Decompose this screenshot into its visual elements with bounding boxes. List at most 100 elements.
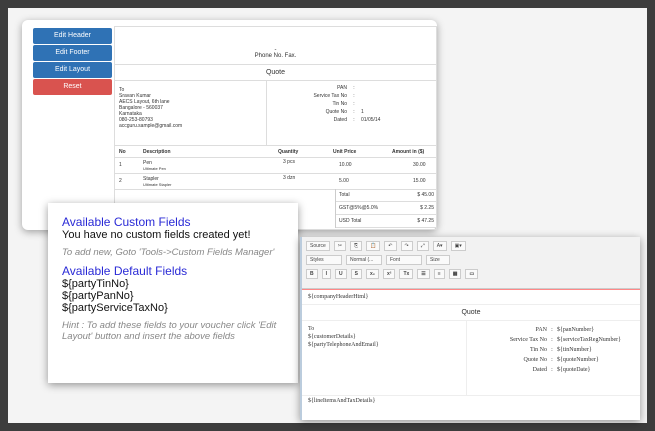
- editor-info-block[interactable]: PAN: ${panNumber} Service Tax No: ${service…: [467, 321, 622, 395]
- editor-info-value: ${quoteNumber}: [557, 357, 599, 363]
- col-no: No: [119, 149, 126, 155]
- reset-button[interactable]: Reset: [33, 79, 112, 95]
- cell-sub: Ultimate Pen: [143, 166, 166, 171]
- edit-header-button[interactable]: Edit Header: [33, 28, 112, 44]
- cut-icon[interactable]: ✂: [333, 240, 347, 251]
- info-label: Quote No: [325, 109, 347, 115]
- to-line: accguru.sample@gmail.com: [119, 123, 183, 129]
- editor-info-row: Quote No: ${quoteNumber}: [467, 355, 622, 365]
- cell-price: 10.00: [339, 162, 352, 168]
- default-field: ${partyServiceTaxNo}: [62, 302, 168, 314]
- info-row: PAN:: [267, 84, 380, 92]
- info-value: 01/05/14: [361, 117, 381, 123]
- editor-info-value: ${quoteDate}: [557, 367, 591, 373]
- table-row: 2 Stapler 3 dzn 5.00 15.00 Ultimate Stapler: [115, 174, 436, 190]
- info-colon: :: [551, 337, 553, 343]
- redo-icon[interactable]: ↷: [400, 240, 413, 251]
- total-value: $ 47.25: [417, 218, 434, 224]
- table-header: No Description Quantity Unit Price Amoun…: [115, 146, 436, 158]
- line-items-placeholder[interactable]: ${lineItemsAndTaxDetails}: [302, 396, 640, 406]
- editor-info-row: Tin No: ${tinNumber}: [467, 345, 622, 355]
- default-fields-hint: Hint : To add these fields to your vouch…: [62, 320, 277, 342]
- col-unit-price: Unit Price: [333, 149, 357, 155]
- info-colon: :: [353, 109, 355, 115]
- text-color-icon[interactable]: A▾: [432, 240, 447, 251]
- format-select[interactable]: Normal (...: [346, 254, 382, 265]
- source-button[interactable]: Source: [306, 240, 330, 251]
- info-colon: :: [551, 347, 553, 353]
- editor-info-label: Tin No: [530, 347, 547, 353]
- quote-title: Quote: [115, 65, 436, 81]
- table-icon[interactable]: ▦: [448, 268, 462, 279]
- editor-info-row: Service Tax No: ${serviceTaxRegNumber}: [467, 335, 622, 345]
- cell-amount: 15.00: [413, 178, 426, 184]
- editor-info-label: Dated: [532, 367, 547, 373]
- editor-info-value: ${tinNumber}: [557, 347, 592, 353]
- list-icon[interactable]: ☰: [417, 268, 430, 279]
- custom-fields-empty: You have no custom fields created yet!: [62, 229, 251, 241]
- col-amount: Amount in ($): [392, 149, 425, 155]
- copy-icon[interactable]: ⎘: [350, 240, 363, 251]
- default-field: ${partyTinNo}: [62, 278, 129, 290]
- editor-info-row: Dated: ${quoteDate}: [467, 365, 622, 375]
- subscript-button[interactable]: x₂: [365, 268, 379, 279]
- editor-to-line: ${customerDetails}: [308, 334, 356, 340]
- align-left-icon[interactable]: ≡: [433, 268, 445, 279]
- maximize-icon[interactable]: ⤢: [416, 240, 429, 251]
- editor-quote-title[interactable]: Quote: [302, 305, 640, 321]
- info-label: Dated: [333, 117, 347, 123]
- editor-info-value: ${panNumber}: [557, 327, 595, 333]
- cell-qty: 3 pcs: [283, 159, 295, 165]
- info-row: Quote No:1: [267, 108, 380, 116]
- styles-select[interactable]: Styles: [306, 254, 342, 265]
- info-colon: :: [551, 327, 553, 333]
- default-fields-title: Available Default Fields: [62, 264, 188, 278]
- italic-button[interactable]: I: [321, 268, 332, 279]
- info-row: Tin No:: [267, 100, 380, 108]
- undo-icon[interactable]: ↶: [384, 240, 397, 251]
- editor-to-block[interactable]: To ${customerDetails} ${partyTelephoneAn…: [302, 321, 467, 395]
- bold-button[interactable]: B: [306, 268, 318, 279]
- superscript-button[interactable]: x²: [383, 268, 396, 279]
- total-row: Total $ 45.00: [336, 189, 437, 202]
- header-placeholder[interactable]: ${companyHeaderHtml}: [302, 290, 640, 305]
- total-value: $ 2.25: [420, 205, 434, 211]
- editor-to-line: To: [308, 326, 315, 332]
- editor-to-line: ${partyTelephoneAndEmail}: [308, 342, 379, 348]
- quote-preview: - Phone No. Fax. Quote To Sravan Kumar A…: [114, 26, 437, 230]
- info-colon: :: [353, 117, 355, 123]
- info-block: PAN: Service Tax No: Tin No: Quote No:1 Date…: [267, 81, 380, 145]
- default-field: ${partyPanNo}: [62, 290, 134, 302]
- editor-toolbar: Source ✂ ⎘ 📋 ↶ ↷ ⤢ A▾ ▣▾ Styles Normal (... …: [302, 237, 640, 289]
- table-row: 1 Pen 3 pcs 10.00 30.00 Ultimate Pen: [115, 158, 436, 174]
- image-icon[interactable]: ▭: [465, 268, 479, 279]
- underline-button[interactable]: U: [335, 268, 347, 279]
- cell-qty: 3 dzn: [283, 175, 296, 181]
- info-colon: :: [353, 101, 355, 107]
- info-value: 1: [361, 109, 364, 115]
- custom-fields-hint: To add new, Goto 'Tools->Custom Fields M…: [62, 247, 275, 258]
- edit-footer-button[interactable]: Edit Footer: [33, 45, 112, 61]
- cell-price: 5.00: [339, 178, 349, 184]
- strike-button[interactable]: S: [350, 268, 362, 279]
- to-block: To Sravan Kumar AECS Layout, 6th lane Ba…: [115, 81, 267, 145]
- bg-color-icon[interactable]: ▣▾: [450, 240, 466, 251]
- size-select[interactable]: Size: [426, 254, 450, 265]
- total-label: USD Total: [339, 218, 362, 224]
- info-label: PAN: [337, 85, 347, 91]
- total-label: Total: [339, 192, 350, 198]
- font-select[interactable]: Font: [386, 254, 422, 265]
- custom-fields-title: Available Custom Fields: [62, 215, 191, 229]
- cell-no: 1: [119, 162, 122, 168]
- cell-no: 2: [119, 178, 122, 184]
- info-row: Dated:01/05/14: [267, 116, 381, 124]
- paste-icon[interactable]: 📋: [366, 240, 381, 251]
- preview-screenshot: Edit Header Edit Footer Edit Layout Rese…: [22, 20, 437, 230]
- remove-format-button[interactable]: Tx: [399, 268, 414, 279]
- edit-layout-button[interactable]: Edit Layout: [33, 62, 112, 78]
- editor-info-row: PAN: ${panNumber}: [467, 325, 622, 335]
- total-row: GST@5%@5.0% $ 2.25: [336, 202, 437, 215]
- col-description: Description: [143, 149, 171, 155]
- editor-info-label: Quote No: [523, 357, 548, 363]
- total-label: GST@5%@5.0%: [339, 205, 379, 211]
